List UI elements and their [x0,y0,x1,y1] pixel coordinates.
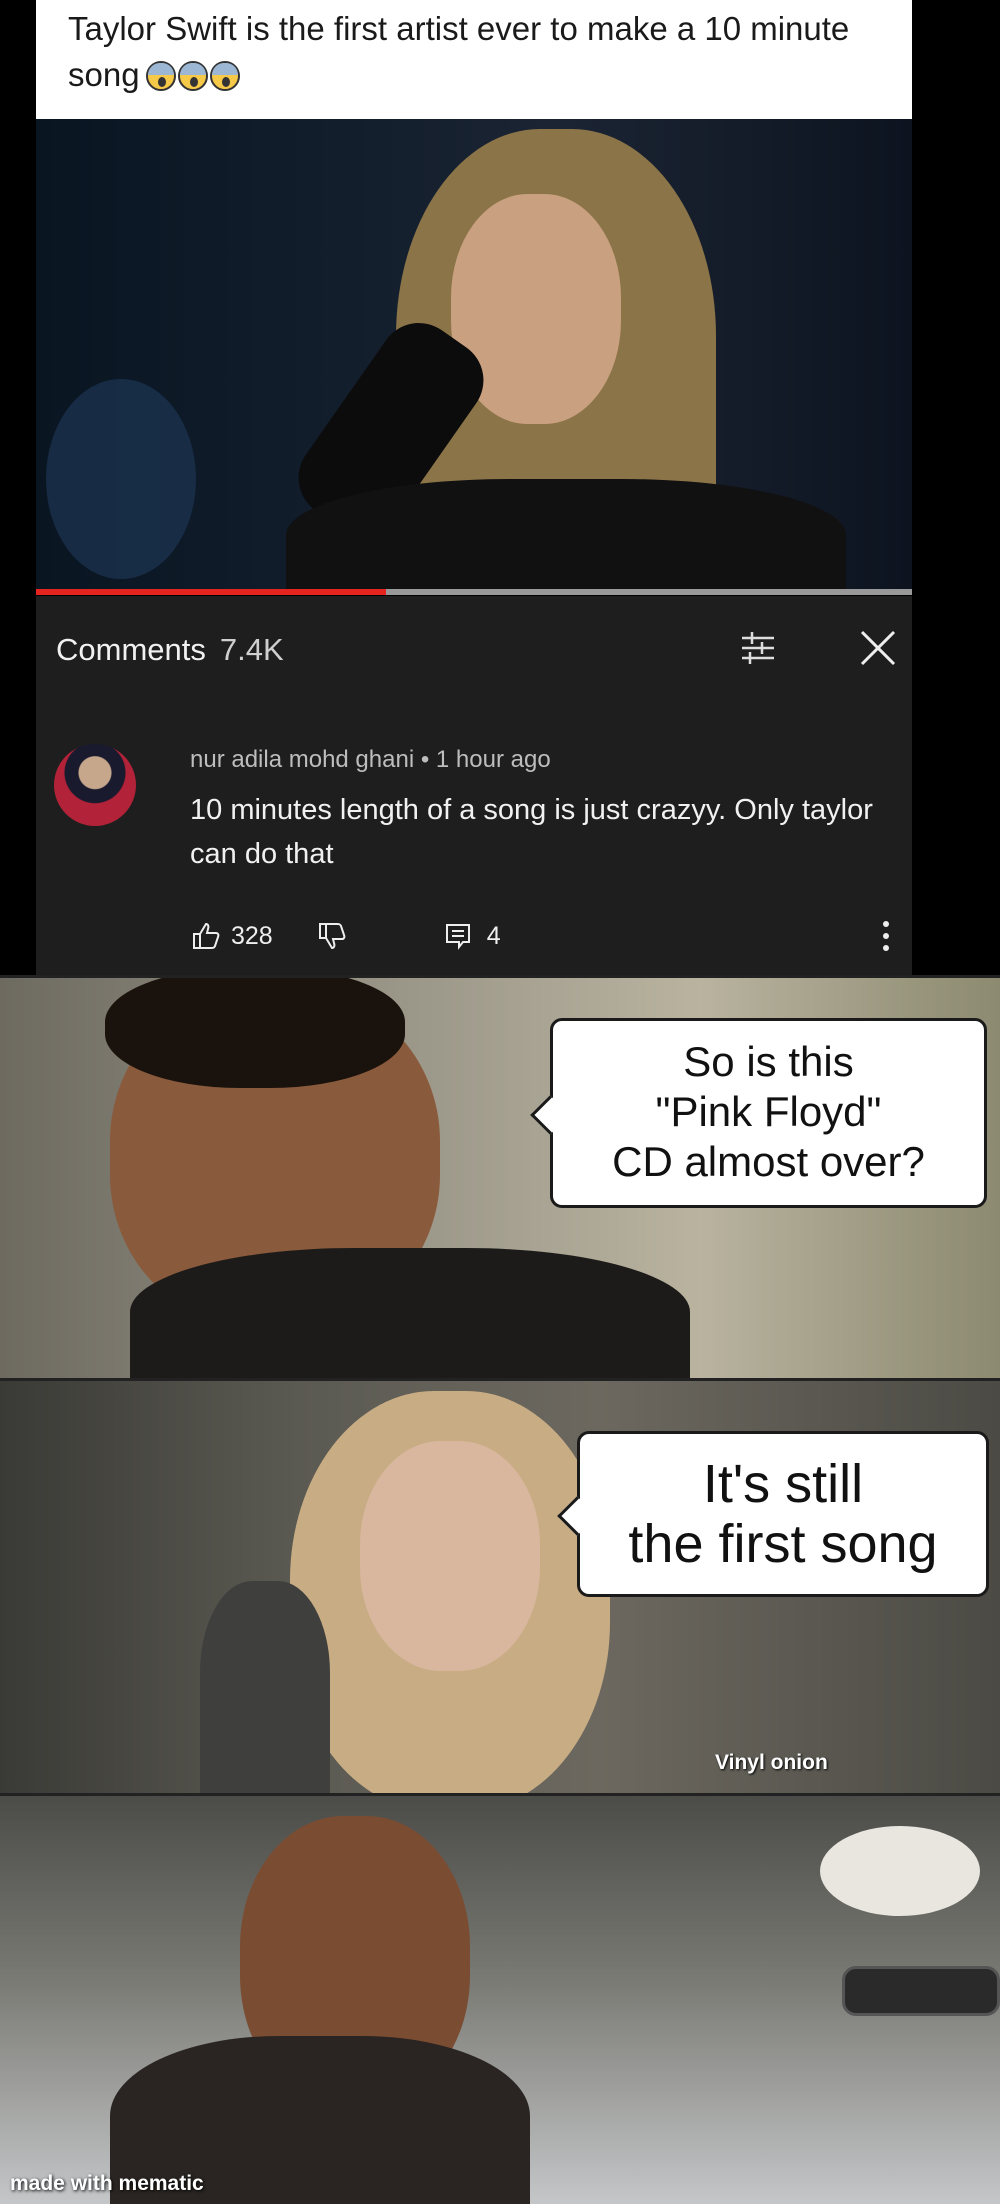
bubble-2-line: It's still [702,1454,864,1514]
comments-header: Comments 7.4K [56,632,284,668]
comments-count: 7.4K [219,632,284,667]
avatar[interactable] [54,744,136,826]
more-options-icon[interactable] [876,918,896,954]
comment-actions: 328 4 [191,916,501,956]
thumbs-up-icon[interactable] [191,921,221,951]
singer-body [286,479,846,593]
speech-bubble-1: So is this "Pink Floyd" CD almost over? [530,1018,987,1208]
comments-title: Comments [56,632,206,667]
driver-jacket [130,1248,690,1378]
rearview-mirror [842,1966,1000,2016]
bubble-1-line: "Pink Floyd" [655,1088,882,1135]
watermark-vinyl-onion: Vinyl onion [715,1751,828,1774]
thumbs-down-icon[interactable] [317,921,347,951]
like-count: 328 [231,921,273,950]
watermark-mematic: made with mematic [10,2172,204,2195]
comment-text: 10 minutes length of a song is just craz… [190,794,873,870]
comment-meta: nur adila mohd ghani • 1 hour ago [190,746,551,774]
car-seat [200,1581,330,1793]
sort-filter-icon[interactable] [736,626,780,670]
bubble-2-line: the first song [628,1514,938,1574]
comment-time: 1 hour ago [435,746,551,773]
passenger-face [360,1441,540,1671]
youtube-screenshot: Taylor Swift is the first artist ever to… [0,0,1000,975]
meta-separator: • [420,746,430,773]
screaming-face-emoji [210,61,241,91]
video-player[interactable] [36,119,912,593]
bubble-1-line: So is this [683,1038,854,1085]
driver-hair [105,978,405,1088]
comments-panel: Comments 7.4K nur adila mohd ghani • 1 ho… [36,596,912,975]
close-icon[interactable] [856,626,900,670]
speech-bubble-2: It's still the first song [557,1431,989,1597]
replies-button[interactable]: 4 [443,921,501,951]
stage-light [46,379,196,579]
video-progress-bar[interactable] [36,589,912,595]
screaming-face-emoji [146,61,177,91]
screaming-face-emoji [178,61,209,91]
post-caption: Taylor Swift is the first artist ever to… [36,0,912,119]
video-progress-fill [36,589,387,595]
meme-panel-2: It's still the first song Vinyl onion [0,1378,1000,1793]
meme-panel-3: made with mematic [0,1793,1000,2204]
comment-author[interactable]: nur adila mohd ghani [190,746,414,773]
bubble-1-line: CD almost over? [612,1138,925,1185]
car-dome-light [820,1826,980,1916]
meme-panel-1: So is this "Pink Floyd" CD almost over? [0,975,1000,1378]
reply-icon [445,924,470,950]
reply-count: 4 [486,921,501,950]
